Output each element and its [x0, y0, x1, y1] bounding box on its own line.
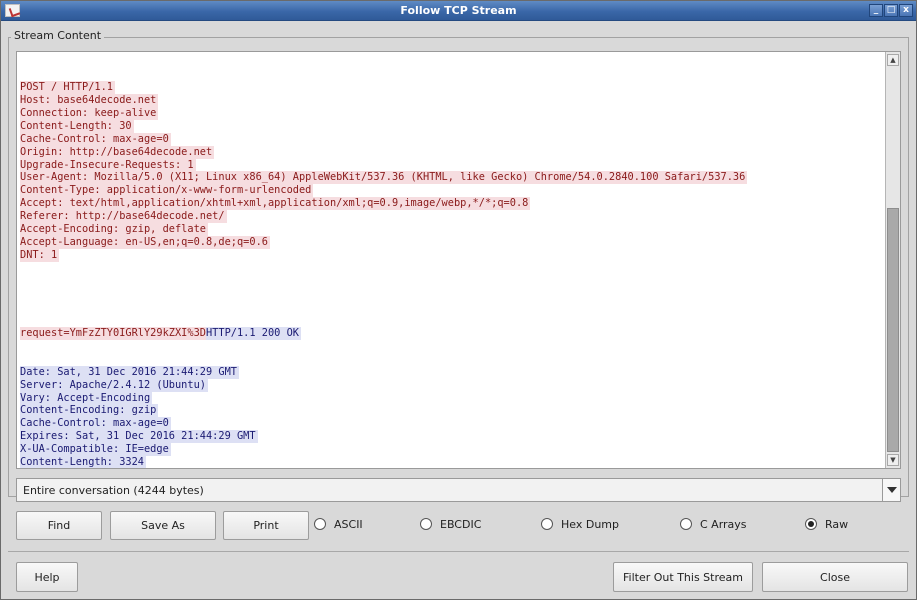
response-status: HTTP/1.1 200 OK — [205, 326, 301, 340]
response-line-text: Server: Apache/2.4.12 (Ubuntu) — [20, 378, 208, 392]
response-line-text: Expires: Sat, 31 Dec 2016 21:44:29 GMT — [20, 430, 258, 444]
response-line-text: Cache-Control: max-age=0 — [20, 417, 171, 431]
scroll-up-icon[interactable]: ▲ — [887, 54, 899, 66]
response-line-text: Vary: Accept-Encoding — [20, 391, 153, 405]
stream-line: Accept: text/html,application/xhtml+xml,… — [20, 197, 885, 211]
response-line-text: X-UA-Compatible: IE=edge — [20, 443, 171, 457]
format-radio-ascii[interactable]: ASCII — [314, 516, 363, 532]
request-line-text: Host: base64decode.net — [20, 93, 159, 107]
radio-icon — [314, 518, 326, 530]
request-line-text: Accept: text/html,application/xhtml+xml,… — [20, 197, 531, 211]
response-line-text: Date: Sat, 31 Dec 2016 21:44:29 GMT — [20, 365, 239, 379]
stream-line: Connection: keep-alive — [20, 106, 885, 120]
stream-line: Cache-Control: max-age=0 — [20, 417, 885, 431]
request-line-text: Accept-Encoding: gzip, deflate — [20, 223, 208, 237]
request-line-text: Cache-Control: max-age=0 — [20, 132, 171, 146]
stream-body-line: request=YmFzZTY0IGRlY29kZXI%3DHTTP/1.1 2… — [20, 326, 885, 340]
request-line-text: Content-Length: 30 — [20, 119, 134, 133]
stream-line: User-Agent: Mozilla/5.0 (X11; Linux x86_… — [20, 171, 885, 185]
stream-line: Content-Length: 30 — [20, 119, 885, 133]
conversation-select[interactable]: Entire conversation (4244 bytes) — [16, 478, 901, 502]
help-button[interactable]: Help — [16, 562, 78, 592]
stream-line: X-UA-Compatible: IE=edge — [20, 443, 885, 457]
maximize-button[interactable]: □ — [884, 4, 898, 17]
request-line-text: Accept-Language: en-US,en;q=0.8,de;q=0.6 — [20, 236, 270, 250]
find-button[interactable]: Find — [16, 511, 102, 540]
request-line-text: Content-Type: application/x-www-form-url… — [20, 184, 314, 198]
request-line-text: Upgrade-Insecure-Requests: 1 — [20, 158, 196, 172]
format-radio-c-arrays[interactable]: C Arrays — [680, 516, 747, 532]
format-radio-raw[interactable]: Raw — [805, 516, 848, 532]
divider — [8, 551, 909, 552]
conversation-select-value: Entire conversation (4244 bytes) — [23, 484, 204, 497]
vertical-scrollbar[interactable]: ▲ ▼ — [885, 52, 900, 468]
stream-line: Accept-Encoding: gzip, deflate — [20, 223, 885, 237]
stream-line: Accept-Language: en-US,en;q=0.8,de;q=0.6 — [20, 236, 885, 250]
title-bar[interactable]: Follow TCP Stream _ □ x — [1, 1, 916, 21]
stream-line: POST / HTTP/1.1 — [20, 80, 885, 94]
radio-label: Raw — [825, 517, 849, 531]
stream-line: Expires: Sat, 31 Dec 2016 21:44:29 GMT — [20, 430, 885, 444]
stream-text-area[interactable]: POST / HTTP/1.1 Host: base64decode.net Con… — [16, 51, 901, 469]
radio-icon — [680, 518, 692, 530]
close-window-button[interactable]: x — [899, 4, 913, 17]
format-radio-ebcdic[interactable]: EBCDIC — [420, 516, 481, 532]
scrollbar-thumb[interactable] — [887, 208, 899, 452]
format-radio-hex-dump[interactable]: Hex Dump — [541, 516, 619, 532]
radio-label: C Arrays — [700, 517, 747, 531]
stream-line: Referer: http://base64decode.net/ — [20, 210, 885, 224]
stream-line: Content-Length: 3324 — [20, 456, 885, 469]
request-line-text: User-Agent: Mozilla/5.0 (X11; Linux x86_… — [20, 171, 748, 185]
scroll-down-icon[interactable]: ▼ — [887, 454, 899, 466]
response-line-text: Content-Length: 3324 — [20, 456, 146, 469]
stream-line: DNT: 1 — [20, 249, 885, 263]
stream-line: Vary: Accept-Encoding — [20, 391, 885, 405]
radio-label: ASCII — [334, 517, 363, 531]
radio-selected-icon — [805, 518, 817, 530]
radio-label: EBCDIC — [440, 517, 482, 531]
stream-line: Cache-Control: max-age=0 — [20, 132, 885, 146]
stream-line: Upgrade-Insecure-Requests: 1 — [20, 158, 885, 172]
stream-line: Origin: http://base64decode.net — [20, 145, 885, 159]
radio-icon — [541, 518, 553, 530]
request-line-text: Referer: http://base64decode.net/ — [20, 210, 227, 224]
close-button[interactable]: Close — [762, 562, 908, 592]
chevron-down-icon[interactable] — [882, 479, 900, 501]
stream-content-label: Stream Content — [11, 29, 105, 42]
stream-line: Host: base64decode.net — [20, 93, 885, 107]
request-line-text: Origin: http://base64decode.net — [20, 145, 215, 159]
stream-text: POST / HTTP/1.1 Host: base64decode.net Con… — [20, 55, 885, 469]
filter-out-stream-button[interactable]: Filter Out This Stream — [613, 562, 753, 592]
request-line-text: Connection: keep-alive — [20, 106, 159, 120]
stream-line: Date: Sat, 31 Dec 2016 21:44:29 GMT — [20, 365, 885, 379]
stream-line: Server: Apache/2.4.12 (Ubuntu) — [20, 378, 885, 392]
stream-line: Content-Type: application/x-www-form-url… — [20, 184, 885, 198]
follow-tcp-stream-window: Follow TCP Stream _ □ x Stream Content P… — [0, 0, 917, 600]
radio-label: Hex Dump — [561, 517, 619, 531]
request-body: request=YmFzZTY0IGRlY29kZXI%3D — [20, 326, 206, 340]
window-title: Follow TCP Stream — [400, 4, 517, 17]
request-line-text: POST / HTTP/1.1 — [20, 80, 115, 94]
print-button[interactable]: Print — [223, 511, 309, 540]
save-as-button[interactable]: Save As — [110, 511, 216, 540]
radio-icon — [420, 518, 432, 530]
stream-line: Content-Encoding: gzip — [20, 404, 885, 418]
response-line-text: Content-Encoding: gzip — [20, 404, 159, 418]
request-line-text: DNT: 1 — [20, 249, 60, 263]
minimize-button[interactable]: _ — [869, 4, 883, 17]
